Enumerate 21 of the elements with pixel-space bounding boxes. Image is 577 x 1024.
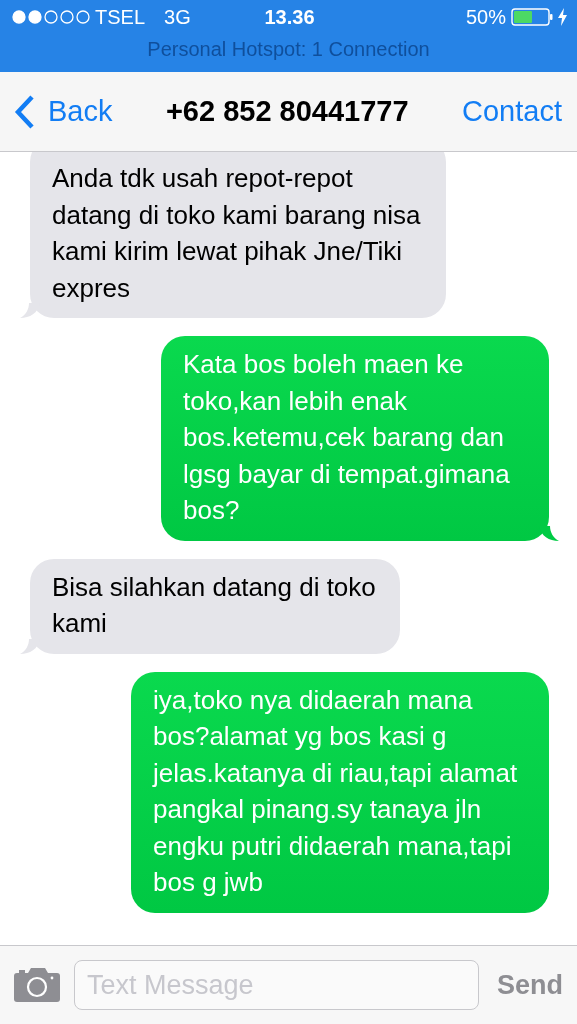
camera-icon[interactable] [14, 968, 60, 1002]
signal-icon [12, 10, 90, 24]
bubble-tail [20, 638, 40, 655]
bubble-tail [539, 525, 559, 542]
message-bubble: iya,toko nya didaerah mana bos?alamat yg bos kasi g jelas.katanya di riau,tapi alamat pangkal pinang.sy tanaya jln engku putri didaerah mana,tapi bos g jwb [131, 671, 549, 913]
send-button[interactable]: Send [493, 969, 567, 1001]
contact-number: +62 852 80441777 [165, 95, 409, 128]
message-bubble: Kata bos boleh maen ke toko,kan lebih enak bos.ketemu,cek barang dan lgsg bayar di tempat.gimana bos? [161, 336, 549, 541]
message-bubble: Anda tdk usah repot-repot datang di toko kami barang nisa kami kirim lewat pihak Jne/Tiki expres [30, 152, 446, 318]
carrier-name: TSEL [95, 5, 146, 29]
message-bubble: Bisa silahkan datang di toko kami [30, 558, 400, 654]
back-button[interactable]: Back [14, 93, 113, 130]
battery-icon [511, 8, 553, 26]
contact-link[interactable]: Contact [462, 95, 562, 128]
chevron-left-icon [14, 93, 36, 130]
charging-bolt-icon [558, 8, 567, 26]
battery-percent: 50% [465, 5, 506, 29]
network-type: 3G [164, 5, 191, 29]
bubble-tail [20, 303, 40, 319]
hotspot-label: Personal Hotspot: 1 Connection [147, 38, 430, 61]
clock-time: 13.36 [264, 5, 315, 29]
